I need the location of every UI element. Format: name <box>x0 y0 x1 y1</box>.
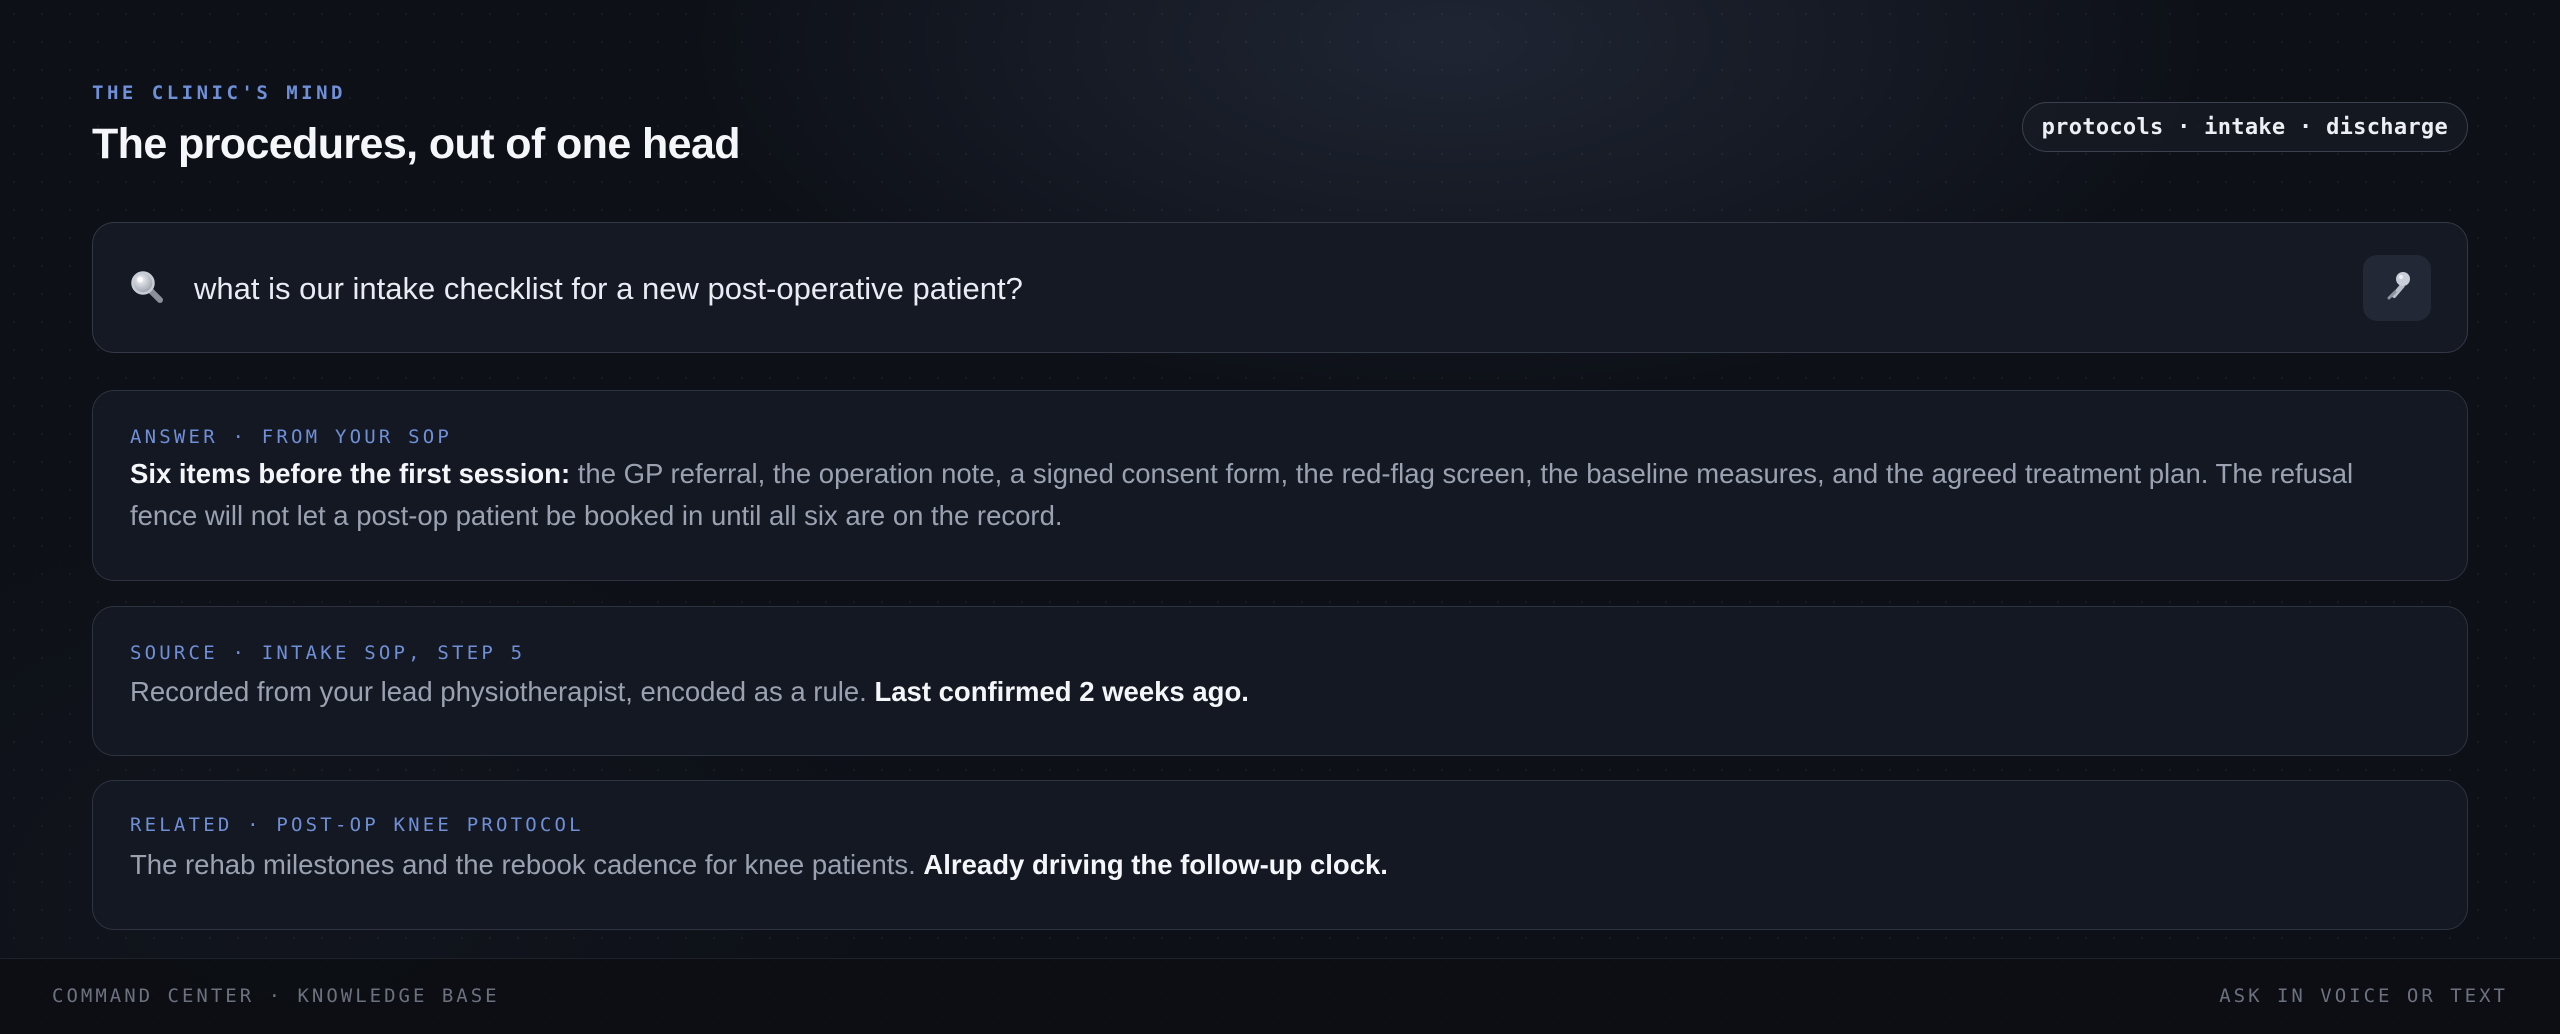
search-icon <box>129 269 165 305</box>
source-label: SOURCE · INTAKE SOP, STEP 5 <box>130 642 526 664</box>
related-body: The rehab milestones and the rebook cade… <box>130 849 924 880</box>
search-input[interactable]: what is our intake checklist for a new p… <box>194 223 1023 354</box>
answer-label: ANSWER · FROM YOUR SOP <box>130 426 453 448</box>
answer-lead: Six items before the first session: <box>130 458 571 489</box>
search-bar[interactable]: what is our intake checklist for a new p… <box>92 222 2468 353</box>
footer-bar: COMMAND CENTER · KNOWLEDGE BASE ASK IN V… <box>0 958 2560 1034</box>
source-text: Recorded from your lead physiotherapist,… <box>130 671 2407 713</box>
page-title: The procedures, out of one head <box>92 120 741 168</box>
footer-hint: ASK IN VOICE OR TEXT <box>2219 985 2508 1007</box>
related-label: RELATED · POST-OP KNEE PROTOCOL <box>130 814 584 836</box>
scope-pill[interactable]: protocols · intake · discharge <box>2021 102 2468 152</box>
related-emphasis: Already driving the follow-up clock. <box>923 849 1388 880</box>
source-body: Recorded from your lead physiotherapist,… <box>130 676 875 707</box>
answer-card: ANSWER · FROM YOUR SOP Six items before … <box>92 390 2468 581</box>
related-card[interactable]: RELATED · POST-OP KNEE PROTOCOL The reha… <box>92 780 2468 930</box>
knowledge-base-screen: THE CLINIC'S MIND The procedures, out of… <box>0 0 2560 1034</box>
section-eyebrow: THE CLINIC'S MIND <box>92 82 346 104</box>
footer-breadcrumb: COMMAND CENTER · KNOWLEDGE BASE <box>52 985 500 1007</box>
microphone-icon <box>2380 269 2414 308</box>
answer-text: Six items before the first session: the … <box>130 453 2407 537</box>
related-text: The rehab milestones and the rebook cade… <box>130 844 2407 886</box>
source-card[interactable]: SOURCE · INTAKE SOP, STEP 5 Recorded fro… <box>92 606 2468 756</box>
source-emphasis: Last confirmed 2 weeks ago. <box>874 676 1249 707</box>
microphone-button[interactable] <box>2363 255 2431 321</box>
